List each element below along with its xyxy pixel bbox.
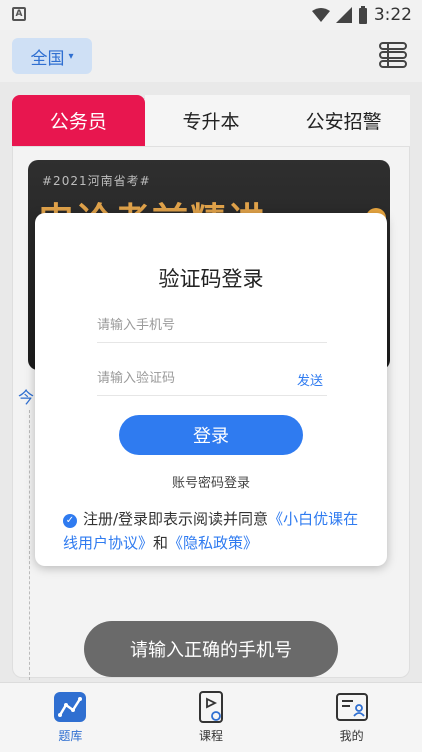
nav-label-question-bank: 题库	[58, 729, 83, 743]
exam-category-tabs: 公务员 专升本 公安招警	[12, 95, 411, 147]
status-icons: 3:22	[311, 4, 412, 26]
app-notification-icon: A	[12, 7, 26, 21]
privacy-policy-link[interactable]: 《隐私政策》	[168, 534, 258, 552]
status-bar: A 3:22	[0, 0, 422, 30]
tab-upgrade-undergrad[interactable]: 专升本	[144, 95, 278, 147]
phone-input[interactable]	[97, 309, 327, 342]
clock: 3:22	[373, 5, 412, 25]
top-header: 全国 ▾	[0, 30, 422, 82]
wifi-icon	[311, 8, 330, 22]
nav-label-course: 课程	[199, 729, 224, 743]
tab-police-recruit[interactable]: 公安招警	[277, 95, 411, 147]
region-label: 全国	[30, 48, 65, 69]
code-input[interactable]	[97, 362, 327, 395]
category-menu-icon[interactable]	[378, 40, 410, 70]
timeline-divider	[29, 410, 30, 680]
phone-field	[97, 309, 327, 343]
toast-message: 请输入正确的手机号	[84, 621, 338, 677]
dialog-title: 验证码登录	[158, 267, 264, 291]
send-code-button[interactable]: 发送	[297, 370, 323, 389]
nav-question-bank[interactable]: 题库	[0, 683, 141, 752]
login-button[interactable]: 登录	[119, 415, 303, 455]
question-bank-icon	[54, 692, 87, 722]
course-icon	[199, 691, 223, 723]
login-dialog: 验证码登录 发送 登录 账号密码登录 ✓注册/登录即表示阅读并同意《小白优课在线…	[35, 213, 387, 566]
nav-course[interactable]: 课程	[141, 683, 282, 752]
agreement-prefix: 注册/登录即表示阅读并同意	[83, 510, 269, 528]
region-selector[interactable]: 全国 ▾	[12, 38, 92, 74]
nav-label-profile: 我的	[339, 729, 364, 743]
banner-tag: #2021河南省考#	[42, 174, 151, 188]
tab-civil-servant[interactable]: 公务员	[12, 95, 145, 147]
nav-profile[interactable]: 我的	[281, 683, 422, 752]
checkbox-checked-icon[interactable]: ✓	[63, 514, 77, 528]
bottom-nav: 题库 课程 我的	[0, 682, 422, 752]
profile-icon	[335, 693, 368, 721]
section-label: 今	[18, 388, 35, 407]
chevron-down-icon: ▾	[68, 50, 74, 62]
agreement-text: ✓ 注册/登录即表示阅读并同意《小白优课在线用户协议》和《隐私政策》	[63, 507, 363, 555]
agreement-and: 和	[153, 534, 169, 552]
code-field: 发送	[97, 362, 327, 396]
password-login-link[interactable]: 账号密码登录	[35, 472, 387, 491]
battery-icon	[358, 6, 367, 24]
signal-icon	[335, 7, 352, 23]
